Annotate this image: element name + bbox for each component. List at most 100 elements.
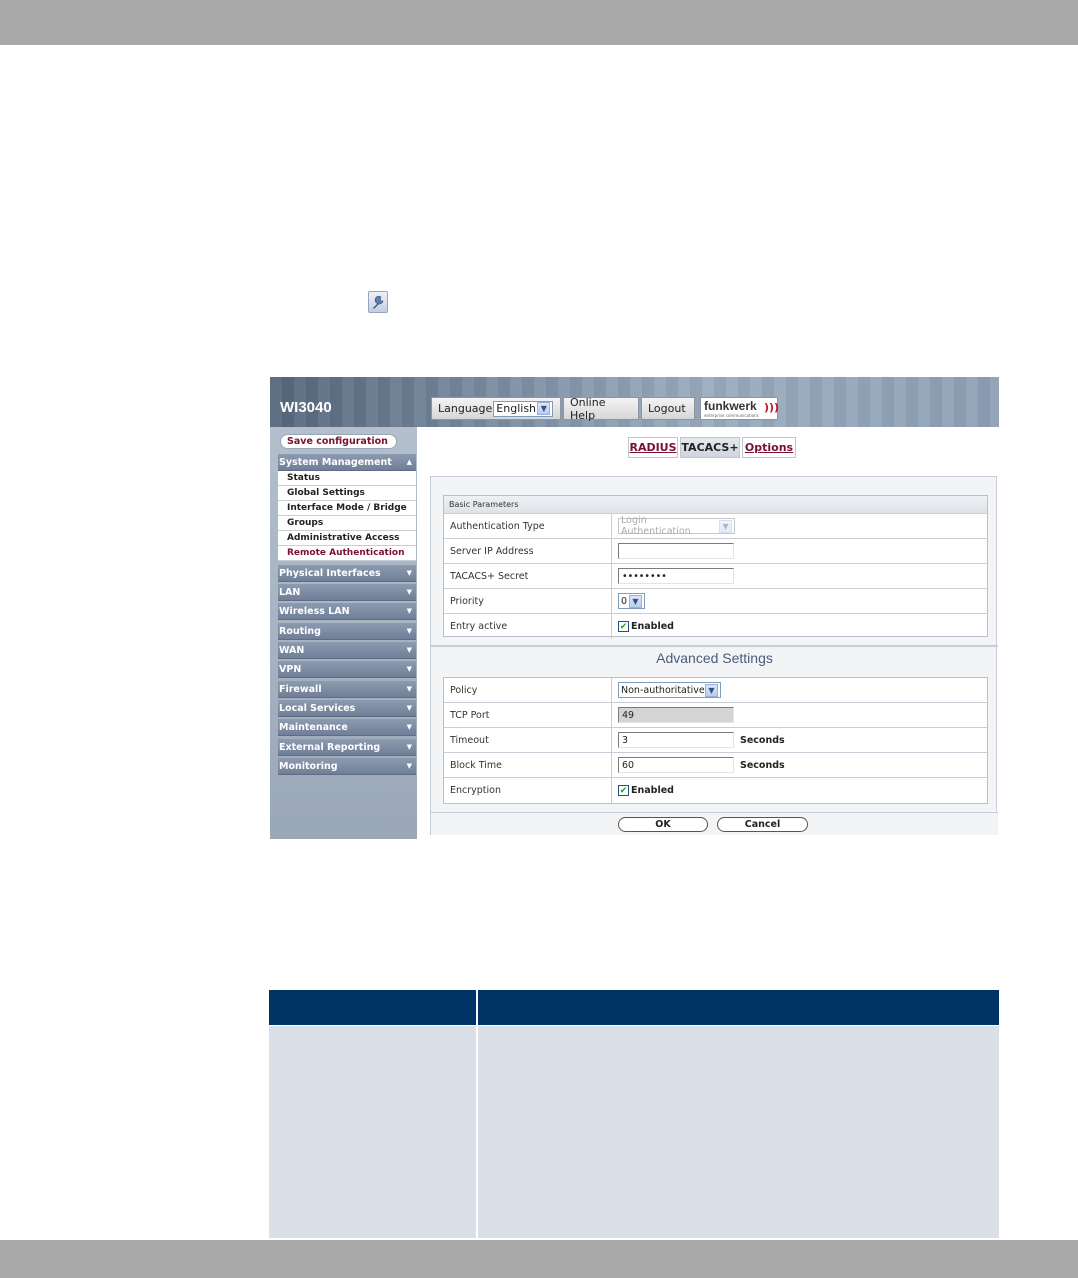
row-block-time: Block Time Seconds (444, 753, 987, 778)
chevron-down-icon: ▼ (406, 588, 412, 596)
encryption-label: Encryption (444, 778, 612, 803)
nav-label: LAN (279, 586, 301, 598)
online-help-label: Online Help (570, 395, 606, 422)
row-encryption: Encryption ✔ Enabled (444, 778, 987, 803)
chevron-down-icon: ▼ (705, 683, 718, 697)
section-divider (431, 645, 998, 647)
language-select[interactable]: English ▼ (493, 400, 554, 417)
nav-vpn[interactable]: VPN ▼ (278, 661, 416, 678)
nav-lan[interactable]: LAN ▼ (278, 584, 416, 601)
button-bar: OK Cancel (431, 812, 998, 835)
server-ip-input[interactable] (618, 543, 734, 559)
nav-label: System Management (279, 456, 392, 468)
nav-local-services[interactable]: Local Services ▼ (278, 700, 416, 717)
chevron-down-icon: ▼ (406, 704, 412, 712)
nav-status[interactable]: Status (278, 471, 416, 486)
description-table (269, 990, 999, 1238)
chevron-down-icon: ▼ (406, 569, 412, 577)
chevron-down-icon: ▼ (406, 743, 412, 751)
nav-label: External Reporting (279, 741, 381, 753)
row-policy: Policy Non-authoritative ▼ (444, 678, 987, 703)
save-configuration-button[interactable]: Save configuration (280, 434, 397, 449)
nav-label: Physical Interfaces (279, 567, 381, 579)
language-label: Language (438, 402, 493, 415)
tab-options[interactable]: Options (742, 437, 796, 458)
nav-system-management[interactable]: System Management ▲ (278, 454, 416, 471)
nav-groups[interactable]: Groups (278, 516, 416, 531)
block-time-unit: Seconds (740, 759, 785, 771)
block-time-input[interactable] (618, 757, 734, 773)
nav-label: Routing (279, 625, 321, 637)
basic-parameters-header: Basic Parameters (444, 496, 987, 514)
priority-label: Priority (444, 589, 612, 613)
logout-label: Logout (648, 402, 686, 415)
signal-waves-icon: ))) (764, 401, 780, 414)
table-header-cell (269, 990, 476, 1025)
policy-select[interactable]: Non-authoritative ▼ (618, 682, 721, 698)
nav-administrative-access[interactable]: Administrative Access (278, 531, 416, 546)
entry-active-check-label: Enabled (631, 621, 674, 632)
chevron-down-icon: ▼ (406, 723, 412, 731)
nav-remote-authentication[interactable]: Remote Authentication (278, 546, 416, 561)
advanced-settings-box: Policy Non-authoritative▼ TCP Port Timeo… (443, 677, 988, 804)
row-entry-active: Entry active ✔ Enabled (444, 614, 987, 639)
nav-maintenance[interactable]: Maintenance ▼ (278, 719, 416, 736)
ok-button[interactable]: OK (618, 817, 708, 832)
device-ui-screenshot: WI3040 Language English ▼ Online Help Lo… (270, 377, 999, 839)
auth-type-value: Login Authentication (621, 515, 691, 537)
table-cell (269, 1026, 476, 1238)
nav-wireless-lan[interactable]: Wireless LAN ▼ (278, 603, 416, 620)
nav-physical-interfaces[interactable]: Physical Interfaces ▼ (278, 565, 416, 582)
nav-label: Wireless LAN (279, 605, 350, 617)
chevron-down-icon: ▼ (406, 665, 412, 673)
policy-value: Non-authoritative (621, 684, 705, 696)
logout-button[interactable]: Logout (641, 397, 695, 420)
chevron-down-icon: ▼ (406, 685, 412, 693)
sidebar: Save configuration System Management ▲ St… (270, 427, 417, 839)
top-bar (0, 0, 1078, 45)
secret-label: TACACS+ Secret (444, 564, 612, 588)
online-help-button[interactable]: Online Help (563, 395, 639, 422)
chevron-down-icon: ▼ (406, 607, 412, 615)
timeout-input[interactable] (618, 732, 734, 748)
chevron-down-icon: ▼ (406, 762, 412, 770)
cancel-button[interactable]: Cancel (717, 817, 808, 832)
tab-tacacs[interactable]: TACACS+ (680, 437, 740, 458)
priority-select[interactable]: 0 ▼ (618, 593, 645, 609)
form-panel: Basic Parameters Authentication Type Log… (430, 476, 998, 835)
encryption-checkbox[interactable]: ✔ (618, 785, 629, 796)
nav-interface-mode-bridge[interactable]: Interface Mode / Bridge (278, 501, 416, 516)
wrench-icon (368, 291, 388, 313)
row-auth-type: Authentication Type Login Authentication… (444, 514, 987, 539)
brand-tagline: enterprise communications (704, 413, 759, 418)
nav-global-settings[interactable]: Global Settings (278, 486, 416, 501)
chevron-down-icon: ▼ (406, 627, 412, 635)
brand-name: funkwerk (704, 399, 757, 413)
row-timeout: Timeout Seconds (444, 728, 987, 753)
chevron-down-icon: ▼ (629, 594, 642, 608)
row-tcp-port: TCP Port (444, 703, 987, 728)
auth-type-label: Authentication Type (444, 514, 612, 538)
nav-monitoring[interactable]: Monitoring ▼ (278, 758, 416, 775)
document-page: WI3040 Language English ▼ Online Help Lo… (0, 0, 1078, 1278)
row-secret: TACACS+ Secret (444, 564, 987, 589)
funkwerk-logo: funkwerk enterprise communications ))) (700, 397, 780, 420)
nav-label: WAN (279, 644, 305, 656)
language-selector[interactable]: Language English ▼ (431, 397, 561, 420)
nav-routing[interactable]: Routing ▼ (278, 623, 416, 640)
advanced-settings-title: Advanced Settings (656, 650, 773, 666)
tab-radius[interactable]: RADIUS (628, 437, 678, 458)
secret-input[interactable] (618, 568, 734, 584)
block-time-label: Block Time (444, 753, 612, 777)
entry-active-checkbox[interactable]: ✔ (618, 621, 629, 632)
table-cell (478, 1026, 999, 1238)
chevron-down-icon: ▼ (719, 519, 732, 533)
nav-external-reporting[interactable]: External Reporting ▼ (278, 739, 416, 756)
nav-firewall[interactable]: Firewall ▼ (278, 681, 416, 698)
timeout-label: Timeout (444, 728, 612, 752)
nav-wan[interactable]: WAN ▼ (278, 642, 416, 659)
chevron-down-icon: ▼ (406, 646, 412, 654)
device-title: WI3040 (280, 399, 332, 416)
tcp-port-input (618, 707, 734, 723)
row-priority: Priority 0 ▼ (444, 589, 987, 614)
